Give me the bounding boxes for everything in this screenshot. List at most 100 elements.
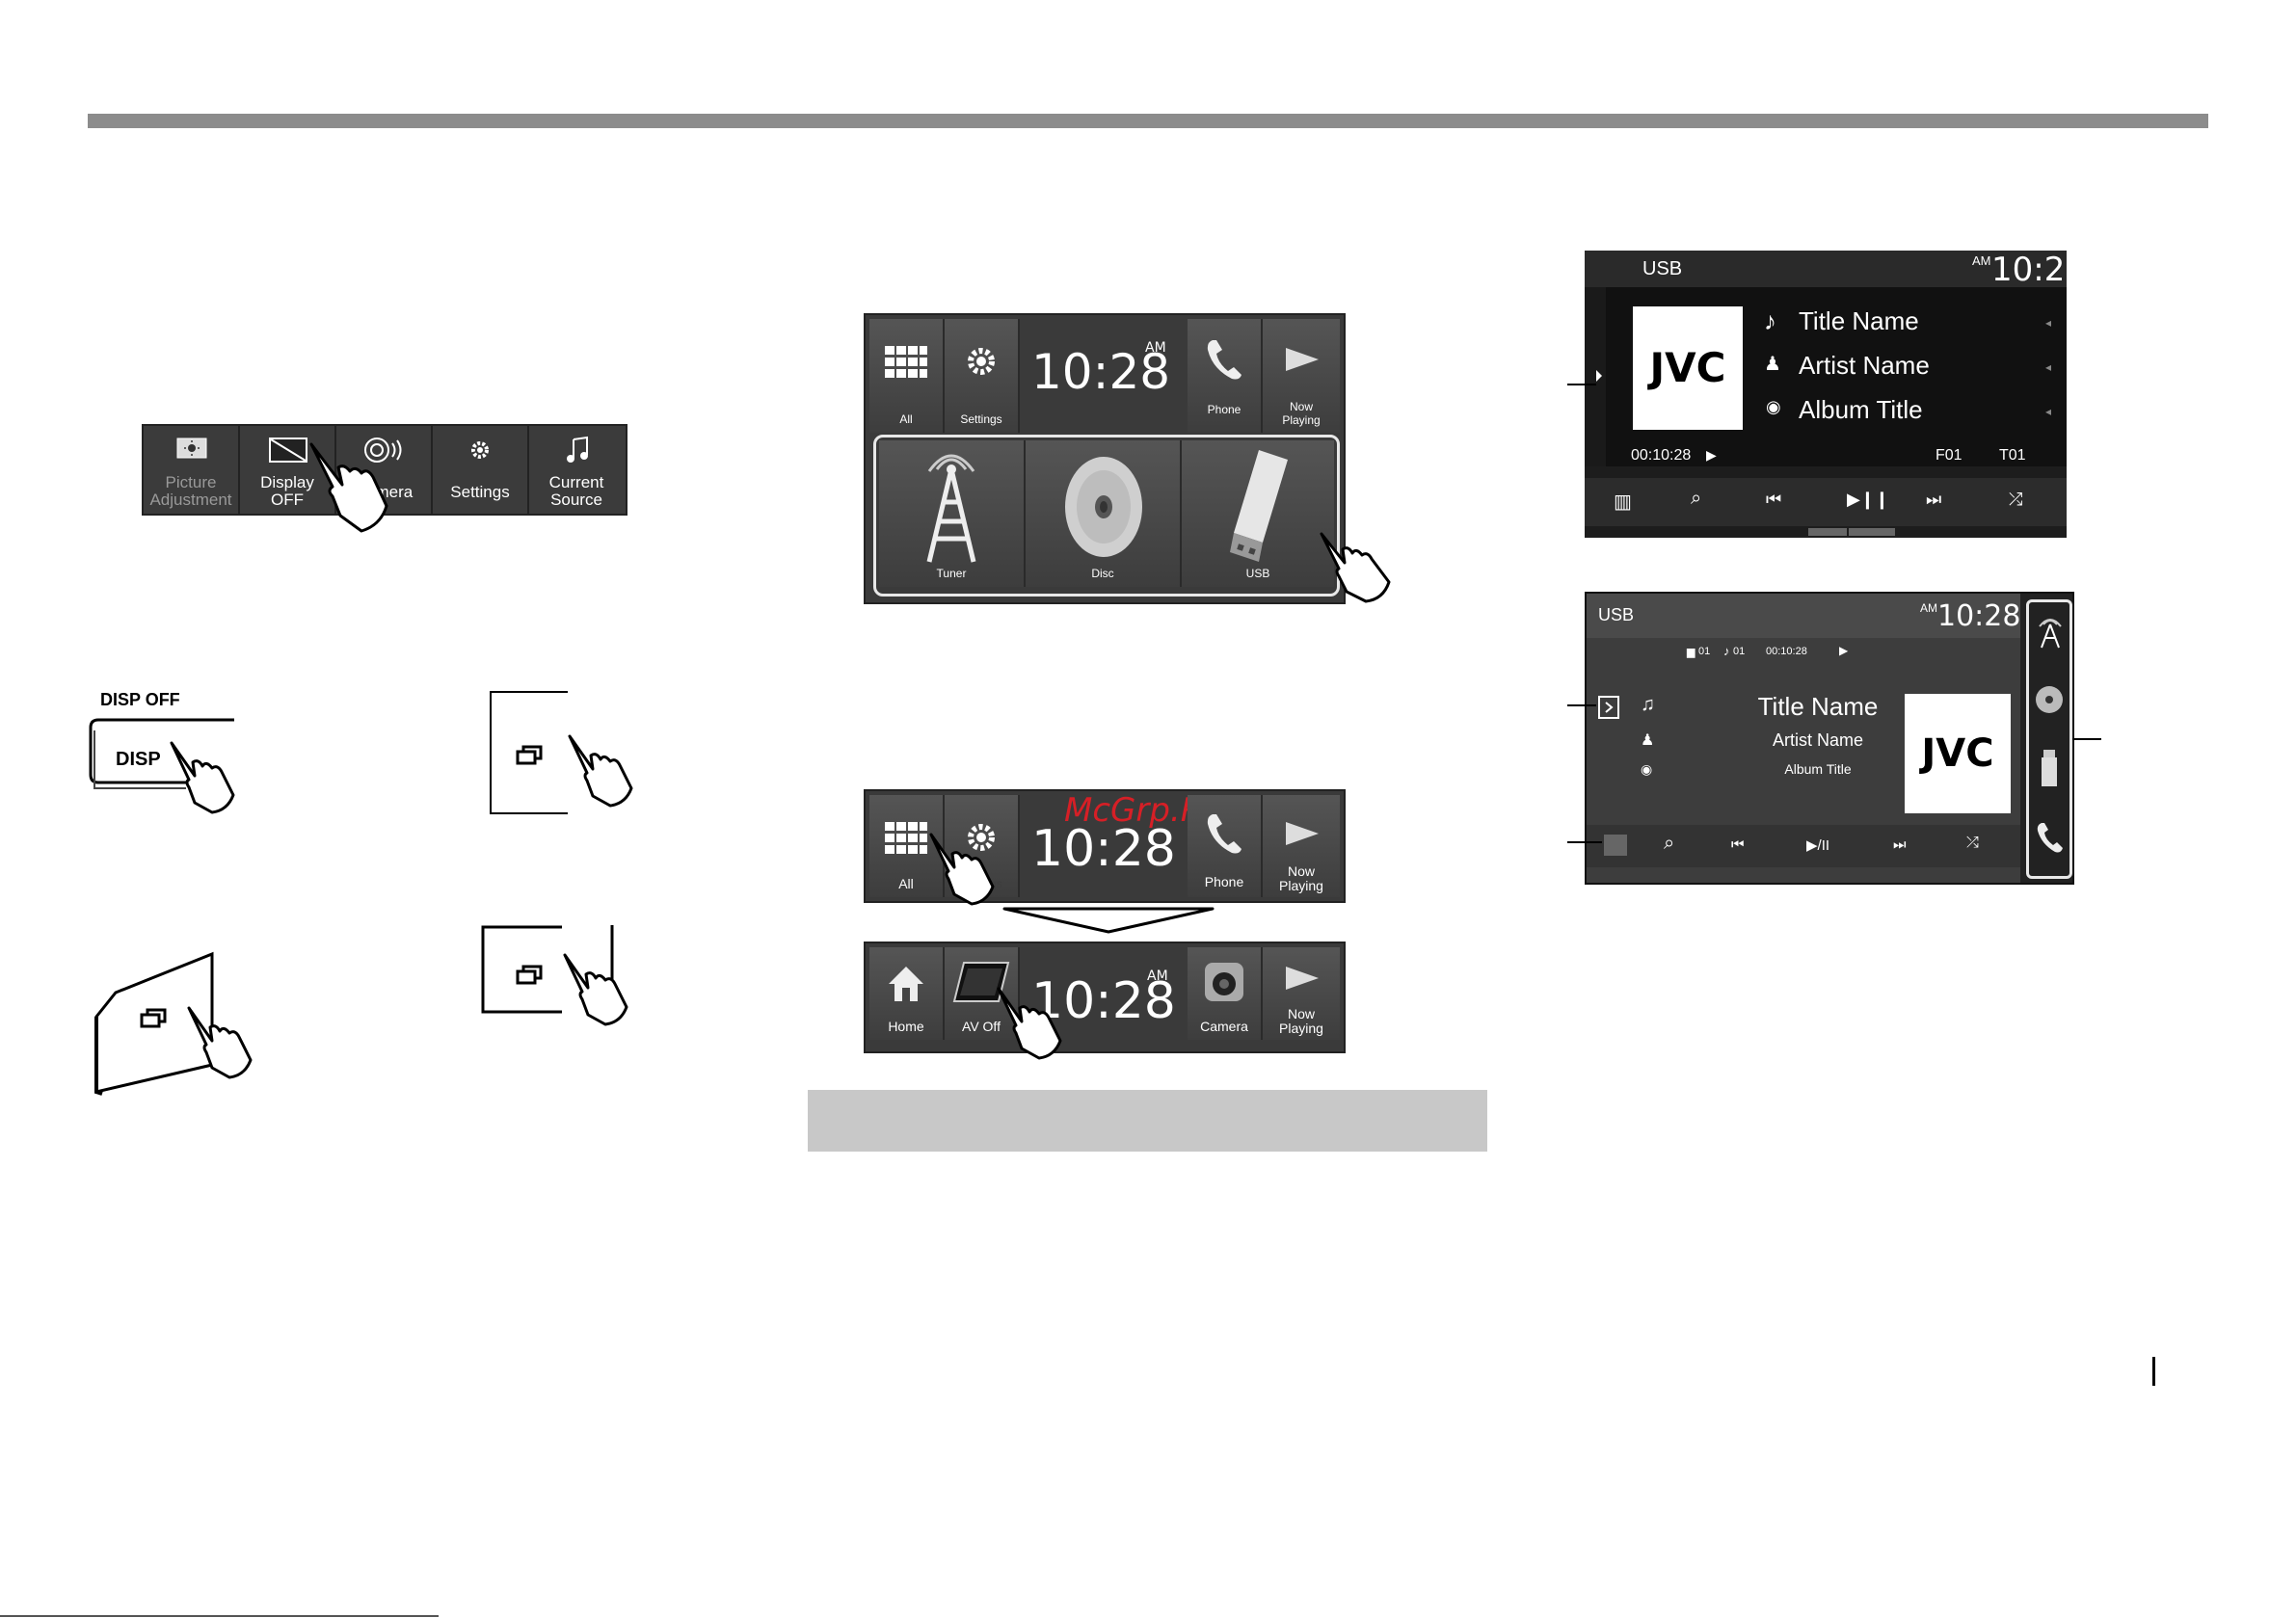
- pointing-hand-icon: [568, 734, 633, 808]
- home-screen: All Settings 10:28 AM Phone Now Playing …: [864, 313, 1346, 604]
- home-bar-av: Home AV Off 10:28 AM Camera Now Playing: [864, 942, 1346, 1053]
- music-note-icon: ♫: [1641, 694, 1655, 715]
- usb-screen-portrait: USB AM 10:28 ▆ 01 ♪ 01 00:10:28 ▶ ♫ ♟ ◉ …: [1585, 592, 2074, 885]
- tile-label: Tuner: [936, 567, 967, 580]
- folder-icon: ▆: [1687, 647, 1695, 658]
- source-tuner[interactable]: [2032, 603, 2067, 661]
- scroll-left-icon[interactable]: ◂: [2045, 405, 2051, 418]
- album-icon: ◉: [1641, 761, 1653, 777]
- window-switch-icon[interactable]: [516, 744, 545, 767]
- usb-stick-icon: [2042, 750, 2057, 786]
- source-usb[interactable]: USB: [1182, 440, 1334, 587]
- phone-icon: [1207, 814, 1241, 854]
- source-disc[interactable]: Disc: [1026, 440, 1182, 587]
- menu-item-settings[interactable]: Settings: [433, 426, 529, 514]
- gear-icon: [471, 441, 489, 459]
- previous-icon[interactable]: ⏮: [1766, 490, 1781, 510]
- usb-stick-icon: [1230, 450, 1288, 562]
- artist-name: Artist Name: [1772, 730, 1864, 750]
- tile-label: USB: [1245, 567, 1270, 580]
- title-name: Title Name: [1799, 306, 1919, 335]
- clock-ampm: AM: [1145, 340, 1166, 356]
- album-artwork: JVC: [1905, 694, 2011, 813]
- scroll-left-icon[interactable]: ◂: [2045, 360, 2051, 374]
- shuffle-icon[interactable]: ⤮: [2009, 490, 2022, 510]
- menu-item-current-source[interactable]: Current Source: [529, 426, 624, 514]
- tile-all[interactable]: All: [869, 319, 945, 433]
- play-status-icon: ▶: [1839, 644, 1849, 657]
- tile-label: Home: [888, 1019, 924, 1034]
- clock-ampm: AM: [1972, 253, 1991, 268]
- source-phone[interactable]: [2032, 808, 2067, 865]
- tile-label: Phone: [1207, 403, 1241, 416]
- clock-ampm: AM: [1147, 968, 1168, 984]
- equalizer-icon[interactable]: ▥: [1614, 490, 1632, 514]
- track-number: T01: [1999, 447, 2026, 464]
- pointing-hand-icon: [997, 987, 1062, 1060]
- chevron-right-icon: [1596, 370, 1602, 382]
- play-icon: [1286, 967, 1319, 990]
- equalizer-icon[interactable]: [1604, 835, 1627, 856]
- pointing-hand-icon: [1320, 532, 1391, 603]
- side-panel-handle[interactable]: [1598, 696, 1619, 719]
- next-icon[interactable]: ⏭: [1926, 490, 1941, 510]
- pointing-hand-icon: [170, 741, 235, 814]
- tile-home[interactable]: Home: [869, 947, 945, 1040]
- album-title: Album Title: [1784, 761, 1852, 777]
- callout-line: [2072, 738, 2101, 740]
- play-status-icon: ▶: [1706, 447, 1717, 463]
- tile-now-playing[interactable]: Now Playing: [1263, 319, 1340, 433]
- tile-phone[interactable]: Phone: [1188, 795, 1263, 897]
- artist-name: Artist Name: [1799, 351, 1930, 380]
- phone-icon: [2037, 823, 2063, 853]
- tile-settings[interactable]: Settings: [945, 319, 1020, 433]
- tile-now-playing[interactable]: Now Playing: [1263, 947, 1340, 1040]
- title-name: Title Name: [1757, 692, 1879, 721]
- grid-icon: [885, 346, 927, 378]
- disc-icon: [1065, 457, 1142, 557]
- callout-line: [1567, 704, 1596, 706]
- clock: 10:28: [1937, 599, 2021, 633]
- menu-item-picture-adjustment[interactable]: Picture Adjustment: [144, 426, 240, 514]
- folder-number: F01: [1936, 447, 1962, 464]
- album-title: Album Title: [1799, 395, 1923, 424]
- folder-number: 01: [1698, 646, 1711, 657]
- shuffle-icon[interactable]: ⤮: [1966, 835, 1979, 852]
- menu-label: Picture Adjustment: [149, 473, 232, 509]
- phone-icon: [1207, 340, 1241, 380]
- menu-label: Settings: [450, 483, 510, 501]
- album-artwork: JVC: [1633, 306, 1743, 430]
- tile-label: Disc: [1091, 567, 1114, 580]
- play-icon: [1286, 348, 1319, 371]
- picture-adjustment-icon: [176, 438, 207, 459]
- source-tuner[interactable]: Tuner: [879, 440, 1026, 587]
- window-switch-icon[interactable]: [140, 1007, 169, 1030]
- page-indicator: [1808, 528, 1847, 536]
- window-switch-icon[interactable]: [516, 964, 545, 987]
- tile-label: Phone: [1204, 874, 1244, 889]
- next-icon[interactable]: ⏭: [1893, 836, 1907, 853]
- source-label: USB: [1642, 258, 1683, 279]
- source-disc[interactable]: [2032, 671, 2067, 729]
- source-usb[interactable]: [2032, 738, 2067, 796]
- play-pause-icon[interactable]: ▶/II: [1806, 836, 1829, 854]
- play-pause-icon[interactable]: ▶❙❙: [1847, 490, 1889, 510]
- side-panel-handle[interactable]: [1585, 287, 1606, 466]
- camera-icon: [1205, 963, 1243, 1001]
- menu-label: Current Source: [548, 473, 604, 509]
- pointing-hand-icon: [929, 833, 995, 906]
- disc-icon: [2036, 686, 2063, 713]
- search-icon[interactable]: ⌕: [1691, 488, 1701, 510]
- note-box: [808, 1090, 1487, 1152]
- tile-now-playing[interactable]: Now Playing: [1263, 795, 1340, 897]
- previous-icon[interactable]: ⏮: [1731, 836, 1745, 853]
- scroll-left-icon[interactable]: ◂: [2045, 316, 2051, 330]
- antenna-tower-icon: [2039, 619, 2062, 649]
- disp-button[interactable]: DISP: [116, 749, 161, 771]
- elapsed-time: 00:10:28: [1631, 447, 1692, 464]
- tile-camera[interactable]: Camera: [1188, 947, 1263, 1040]
- search-icon[interactable]: ⌕: [1664, 833, 1674, 855]
- tile-phone[interactable]: Phone: [1188, 319, 1263, 433]
- gear-icon: [968, 348, 995, 375]
- tile-label: Now Playing: [1279, 1006, 1323, 1036]
